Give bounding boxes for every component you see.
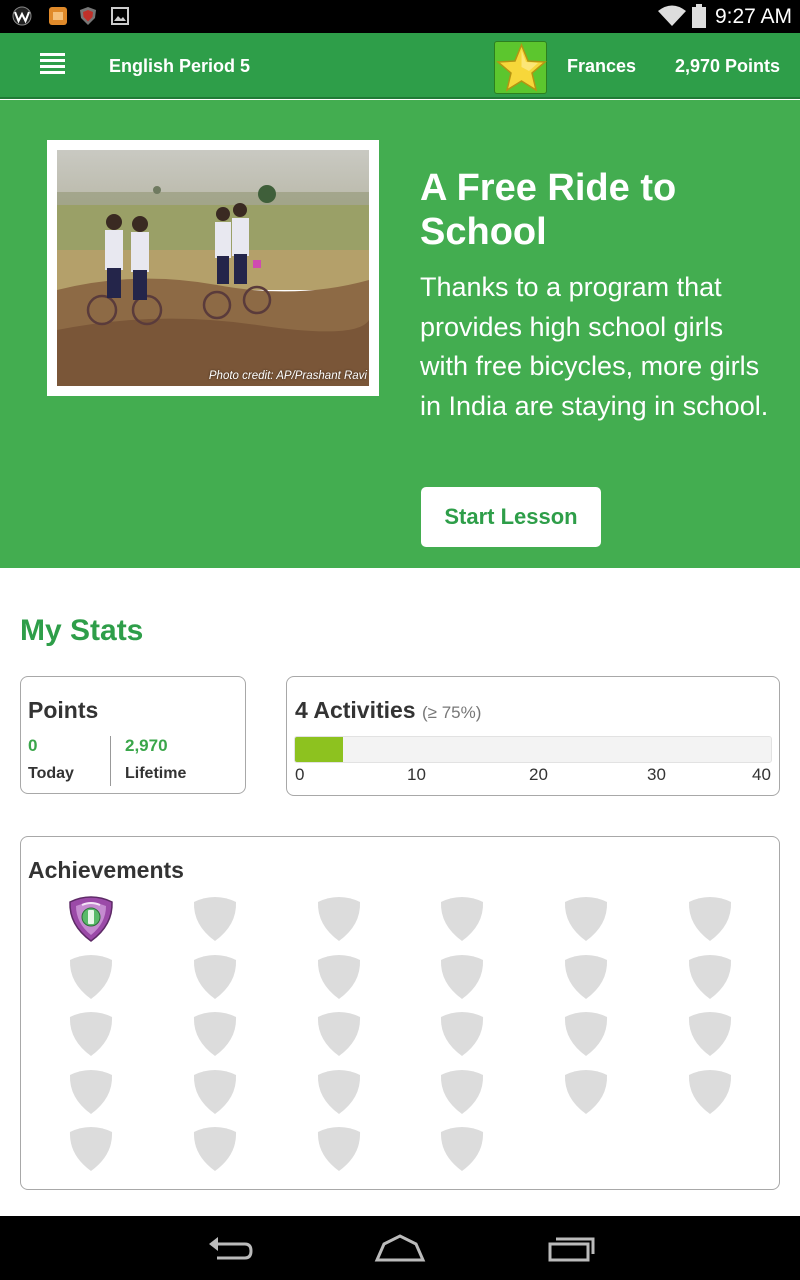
recent-apps-button[interactable]: [546, 1230, 596, 1266]
app-bar: English Period 5 Frances 2,970 Points: [0, 33, 800, 99]
activities-card: 4 Activities (≥ 75%) 0 10 20 30 40: [286, 676, 780, 796]
achievements-title: Achievements: [28, 857, 184, 883]
achievement-badge-locked[interactable]: [439, 1125, 485, 1173]
achievement-badge-locked[interactable]: [316, 1010, 362, 1058]
activities-count: 4 Activities: [295, 697, 416, 723]
points-today-label: Today: [28, 765, 74, 782]
home-button[interactable]: [374, 1230, 426, 1266]
activities-threshold: (≥ 75%): [421, 703, 482, 722]
achievement-badge-locked[interactable]: [687, 895, 733, 943]
achievement-badge-locked[interactable]: [439, 895, 485, 943]
progress-tick: 30: [647, 765, 666, 784]
recent-apps-icon: [548, 1237, 595, 1262]
shield-app-icon: [80, 7, 96, 25]
progress-tick: 10: [407, 765, 426, 784]
progress-tick: 40: [752, 765, 771, 784]
progress-tick: 20: [529, 765, 548, 784]
achievement-badge-locked[interactable]: [316, 1068, 362, 1116]
lesson-photo: Photo credit: AP/Prashant Ravi: [47, 140, 379, 396]
achievement-badge-locked[interactable]: [563, 1010, 609, 1058]
achievement-badge-locked[interactable]: [439, 953, 485, 1001]
points-card: Points 0 Today 2,970 Lifetime: [20, 676, 246, 794]
system-nav-bar: [0, 1216, 800, 1280]
user-avatar[interactable]: [494, 41, 547, 94]
status-time: 9:27 AM: [714, 5, 792, 28]
user-name[interactable]: Frances: [567, 56, 636, 77]
back-icon: [209, 1237, 253, 1260]
battery-icon: [692, 4, 706, 28]
home-icon: [374, 1234, 426, 1262]
lesson-description: Thanks to a program that provides high s…: [420, 272, 769, 421]
activities-title: 4 Activities (≥ 75%): [295, 697, 481, 724]
lesson-photo-image: Photo credit: AP/Prashant Ravi: [57, 150, 369, 386]
activities-progress-fill: [295, 737, 343, 762]
achievement-badge-locked[interactable]: [192, 1125, 238, 1173]
progress-tick: 0: [295, 765, 305, 784]
achievement-badge-locked[interactable]: [68, 1010, 114, 1058]
user-points: 2,970 Points: [674, 56, 780, 76]
achievement-badge-locked[interactable]: [192, 1010, 238, 1058]
achievements-card: Achievements: [20, 836, 780, 1190]
achievement-badge-locked[interactable]: [687, 1068, 733, 1116]
orange-app-icon: [49, 7, 67, 25]
achievement-badge-locked[interactable]: [687, 953, 733, 1001]
achievement-badge-locked[interactable]: [192, 953, 238, 1001]
achievement-badge-locked[interactable]: [563, 1068, 609, 1116]
points-lifetime-value: 2,970: [125, 736, 168, 755]
achievement-badge-locked[interactable]: [316, 895, 362, 943]
achievement-badge-locked[interactable]: [563, 895, 609, 943]
class-title[interactable]: English Period 5: [109, 56, 250, 77]
wifi-icon: [658, 5, 686, 26]
image-icon: [111, 7, 129, 25]
achievement-badge-locked[interactable]: [687, 1010, 733, 1058]
achievement-badge-locked[interactable]: [439, 1010, 485, 1058]
achievement-badge-earned[interactable]: [68, 895, 114, 943]
points-lifetime-label: Lifetime: [125, 765, 187, 782]
achievement-badge-locked[interactable]: [316, 953, 362, 1001]
start-lesson-button[interactable]: Start Lesson: [421, 487, 601, 547]
achievement-badge-locked[interactable]: [316, 1125, 362, 1173]
back-button[interactable]: [205, 1230, 255, 1266]
points-title: Points: [28, 697, 99, 723]
my-stats-heading: My Stats: [20, 614, 144, 647]
photo-credit: Photo credit: AP/Prashant Ravi: [208, 370, 367, 382]
achievement-badge-locked[interactable]: [68, 1125, 114, 1173]
lesson-hero: Photo credit: AP/Prashant Ravi A Free Ri…: [0, 100, 800, 568]
w-app-icon: [12, 6, 32, 26]
achievement-badge-locked[interactable]: [192, 895, 238, 943]
menu-button[interactable]: [40, 53, 68, 79]
achievement-badge-locked[interactable]: [439, 1068, 485, 1116]
star-icon: [496, 43, 547, 92]
lesson-title: A Free Ride to School: [420, 167, 677, 253]
achievement-badge-locked[interactable]: [192, 1068, 238, 1116]
achievement-badge-locked[interactable]: [68, 1068, 114, 1116]
points-divider: [110, 736, 111, 786]
status-bar: 9:27 AM: [0, 0, 800, 33]
points-today-value: 0: [28, 736, 38, 755]
activities-progress-bar: [294, 736, 772, 763]
menu-icon: [40, 53, 68, 74]
achievement-badge-locked[interactable]: [563, 953, 609, 1001]
achievement-badge-locked[interactable]: [68, 953, 114, 1001]
